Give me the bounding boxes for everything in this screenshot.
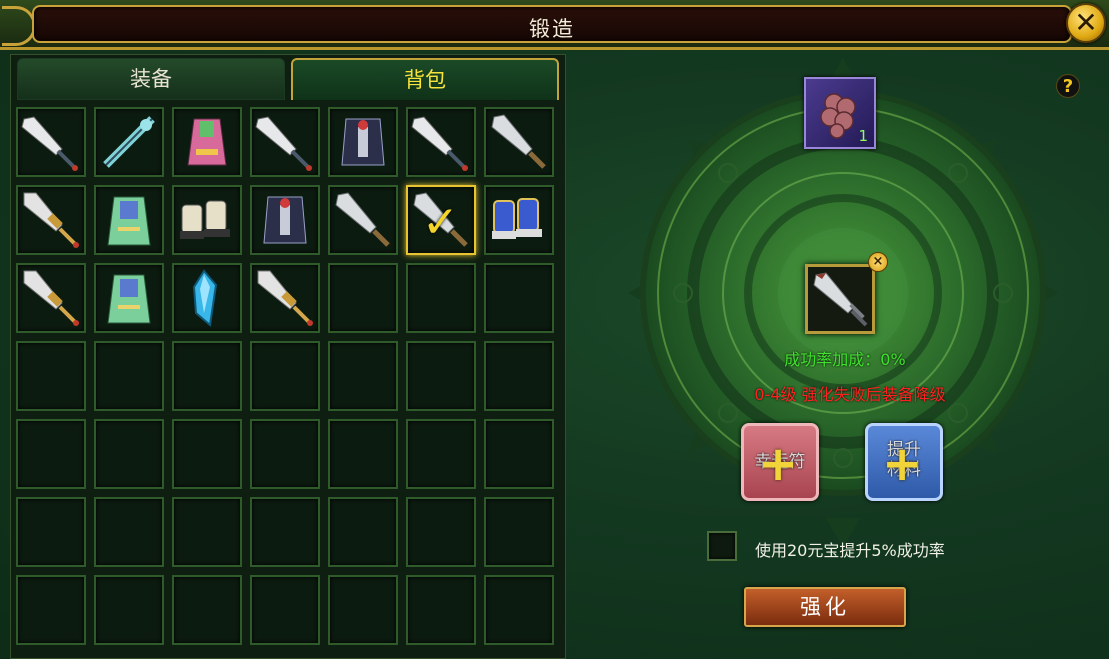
dark-armor-icon xyxy=(263,196,307,244)
inventory-slot-empty[interactable] xyxy=(484,497,554,567)
inventory-slot-empty[interactable] xyxy=(250,497,320,567)
inventory-slot-ornate-staff[interactable] xyxy=(94,107,164,177)
strengthen-button[interactable]: 强化 xyxy=(744,587,906,627)
inventory-slot-empty[interactable] xyxy=(94,419,164,489)
inventory-slot-empty[interactable] xyxy=(406,341,476,411)
pink-robe-icon xyxy=(187,118,227,166)
green-robe-icon xyxy=(107,196,151,246)
golden-sword-icon xyxy=(257,270,313,326)
inventory-slot-golden-sword[interactable] xyxy=(16,185,86,255)
golden-sword-icon xyxy=(23,192,79,248)
corner-ornament xyxy=(2,6,36,46)
inventory-slot-empty[interactable] xyxy=(328,419,398,489)
inventory-slot-empty[interactable] xyxy=(328,263,398,333)
inventory-slot-empty[interactable] xyxy=(484,341,554,411)
material-count: 1 xyxy=(858,127,868,145)
title-bar: 锻造 ✕ xyxy=(0,0,1109,50)
inventory-slot-dark-armor[interactable] xyxy=(328,107,398,177)
inventory-slot-boots[interactable] xyxy=(172,185,242,255)
plus-icon: + xyxy=(882,436,923,492)
window-title: 锻造 xyxy=(529,17,575,41)
inventory-slot-dagger[interactable] xyxy=(16,107,86,177)
inventory-slot-empty[interactable] xyxy=(250,419,320,489)
inventory-slot-green-robe[interactable] xyxy=(94,185,164,255)
crystal-icon xyxy=(192,269,218,327)
inventory-slot-empty[interactable] xyxy=(328,497,398,567)
inventory-slot-blue-boots[interactable] xyxy=(484,185,554,255)
inventory-slot-empty[interactable] xyxy=(94,341,164,411)
plus-icon: + xyxy=(758,436,799,492)
tab-equipment[interactable]: 装备 xyxy=(17,58,285,100)
tab-bag[interactable]: 背包 xyxy=(291,58,559,100)
blue-boots-icon xyxy=(492,198,542,239)
dagger-icon xyxy=(411,116,468,171)
inventory-slot-dagger[interactable] xyxy=(406,107,476,177)
inventory-slot-sword[interactable]: ✓ xyxy=(406,185,476,255)
inventory-slot-pink-robe[interactable] xyxy=(172,107,242,177)
target-equipment-slot[interactable] xyxy=(805,264,875,334)
tab-equipment-label: 装备 xyxy=(130,67,172,91)
inventory-slot-green-robe[interactable] xyxy=(94,263,164,333)
inventory-slot-dagger[interactable] xyxy=(250,107,320,177)
sword-icon xyxy=(813,272,868,327)
inventory-slot-empty[interactable] xyxy=(406,497,476,567)
inventory-slot-empty[interactable] xyxy=(250,341,320,411)
ornate-staff-icon xyxy=(103,116,155,168)
title-plate: 锻造 xyxy=(32,5,1072,43)
inventory-slot-empty[interactable] xyxy=(172,497,242,567)
failure-warning-text: 0-4级 强化失败后装备降级 xyxy=(754,385,946,404)
dagger-icon xyxy=(21,116,78,171)
boots-icon xyxy=(180,200,230,239)
success-bonus-text: 成功率加成：0% xyxy=(784,350,906,369)
inventory-slot-empty[interactable] xyxy=(484,575,554,645)
use-ingot-checkbox[interactable] xyxy=(707,531,737,561)
sword-icon xyxy=(491,114,546,169)
inventory-slot-empty[interactable] xyxy=(172,341,242,411)
inventory-slot-empty[interactable] xyxy=(94,497,164,567)
inventory-slot-sword[interactable] xyxy=(328,185,398,255)
inventory-slot-empty[interactable] xyxy=(172,575,242,645)
inventory-slot-dark-armor[interactable] xyxy=(250,185,320,255)
inventory-slot-empty[interactable] xyxy=(16,341,86,411)
inventory-slot-empty[interactable] xyxy=(250,575,320,645)
inventory-slot-sword[interactable] xyxy=(484,107,554,177)
inventory-slot-golden-sword[interactable] xyxy=(250,263,320,333)
inventory-slot-crystal[interactable] xyxy=(172,263,242,333)
close-button[interactable]: ✕ xyxy=(1066,3,1106,43)
inventory-slot-empty[interactable] xyxy=(16,419,86,489)
use-ingot-label: 使用20元宝提升5%成功率 xyxy=(755,541,945,560)
help-icon[interactable]: ? xyxy=(1056,74,1080,98)
inventory-slot-empty[interactable] xyxy=(16,497,86,567)
inventory-slot-empty[interactable] xyxy=(484,263,554,333)
inventory-slot-empty[interactable] xyxy=(484,419,554,489)
inventory-slot-empty[interactable] xyxy=(172,419,242,489)
inventory-slot-empty[interactable] xyxy=(94,575,164,645)
inventory-slot-golden-sword[interactable] xyxy=(16,263,86,333)
inventory-slot-empty[interactable] xyxy=(328,341,398,411)
inventory-slot-empty[interactable] xyxy=(406,419,476,489)
sword-icon xyxy=(335,192,390,247)
upgrade-material-slot[interactable]: 提升 材料 + xyxy=(865,423,943,501)
remove-target-button[interactable]: × xyxy=(868,252,888,272)
dark-armor-icon xyxy=(341,118,385,166)
inventory-slot-empty[interactable] xyxy=(406,575,476,645)
material-slot[interactable]: 1 xyxy=(804,77,876,149)
green-robe-icon xyxy=(107,274,151,324)
golden-sword-icon xyxy=(23,270,79,326)
inventory-grid: ✓ xyxy=(16,107,566,645)
inventory-slot-empty[interactable] xyxy=(16,575,86,645)
luck-charm-slot[interactable]: 幸运符 + xyxy=(741,423,819,501)
inventory-slot-empty[interactable] xyxy=(328,575,398,645)
inventory-slot-empty[interactable] xyxy=(406,263,476,333)
selected-check-icon: ✓ xyxy=(422,197,459,248)
close-icon: ✕ xyxy=(1074,6,1098,39)
inventory-panel: 装备 背包 ✓ xyxy=(10,54,566,659)
dagger-icon xyxy=(255,116,312,171)
tab-bag-label: 背包 xyxy=(404,68,446,92)
